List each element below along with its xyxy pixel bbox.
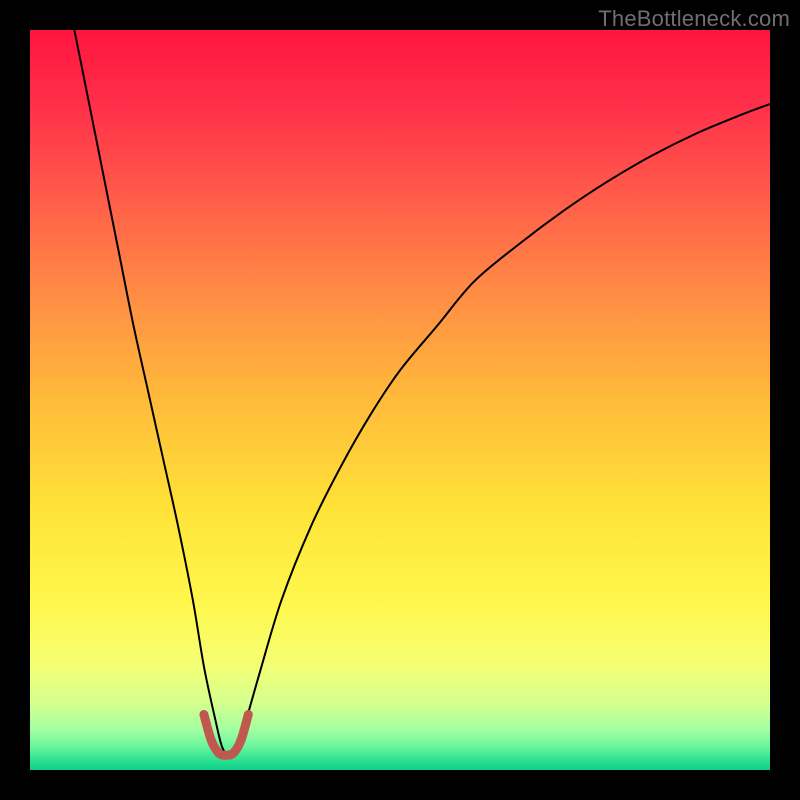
chart-frame: TheBottleneck.com [0, 0, 800, 800]
chart-canvas [30, 30, 770, 770]
plot-area [30, 30, 770, 770]
attribution-label: TheBottleneck.com [598, 6, 790, 32]
gradient-background [30, 30, 770, 770]
